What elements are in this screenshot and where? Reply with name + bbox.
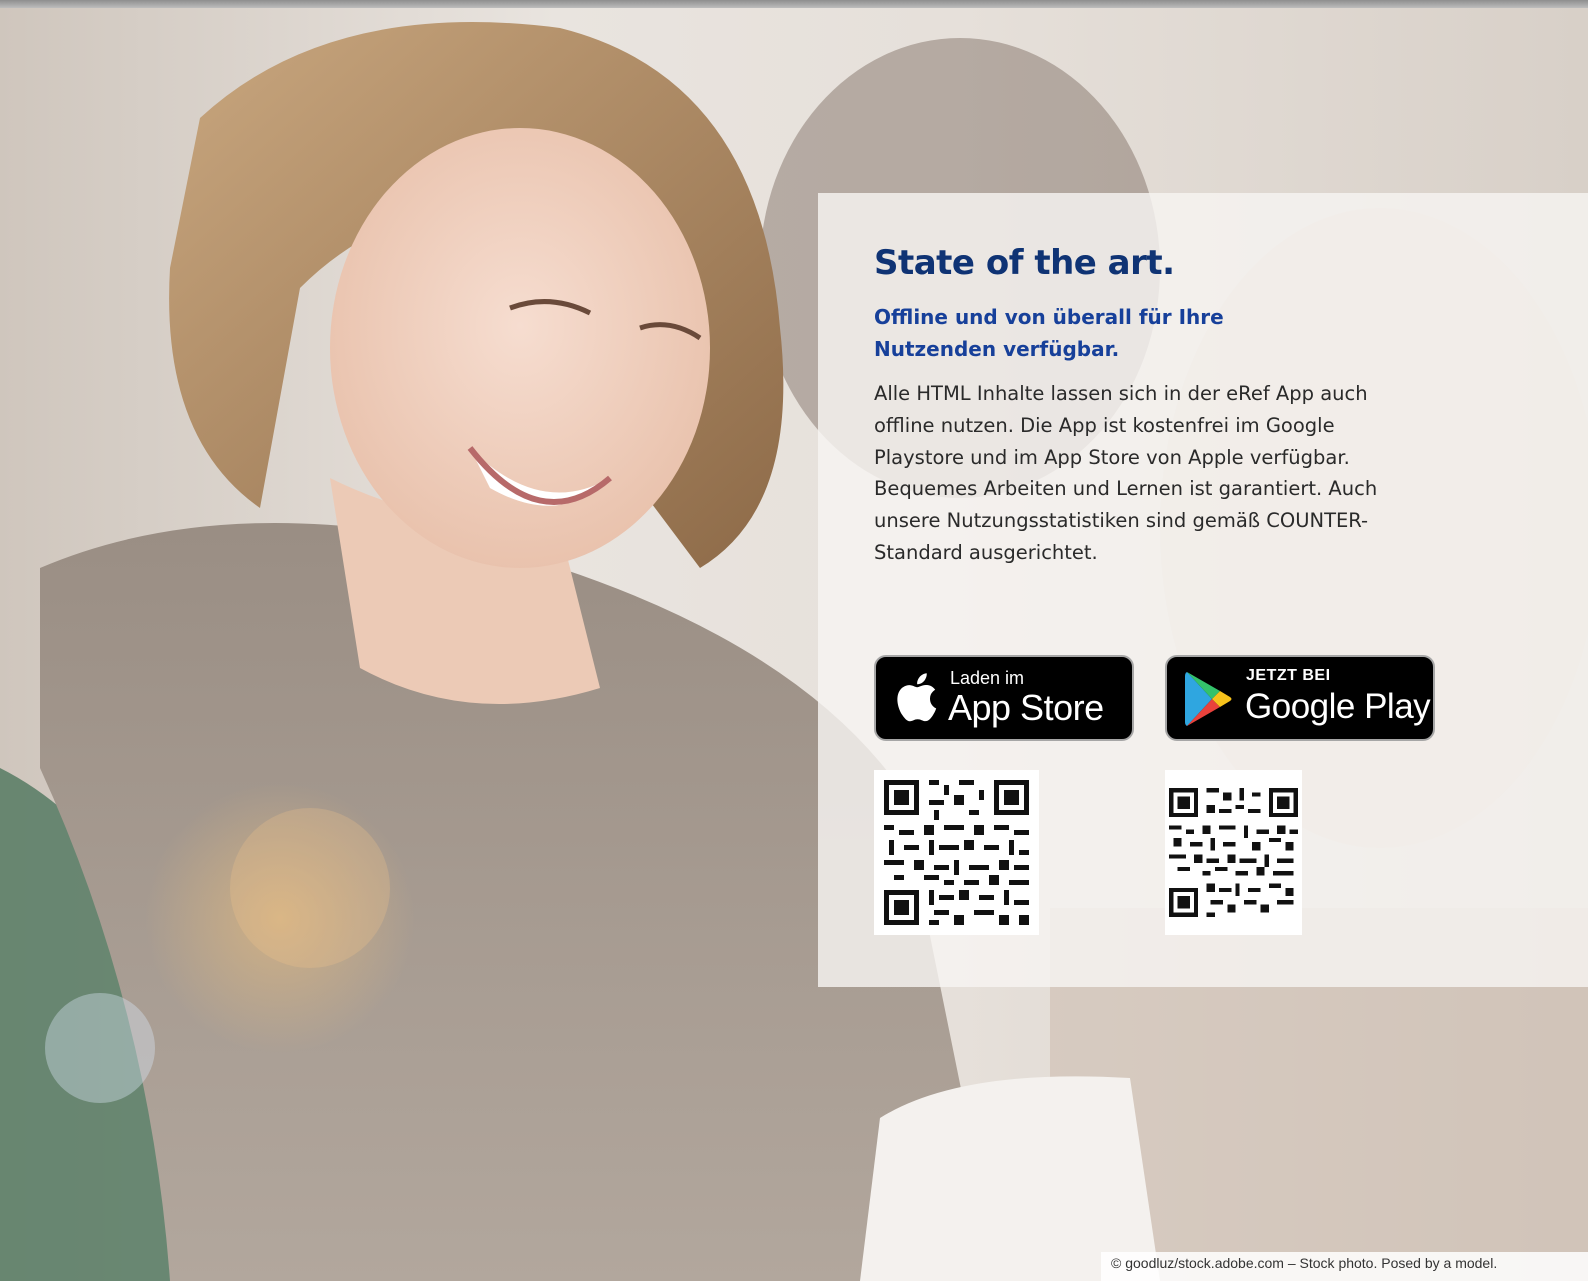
panel-title: State of the art. — [874, 243, 1175, 283]
google-play-icon — [1184, 670, 1234, 732]
google-play-badge[interactable]: JETZT BEI Google Play — [1165, 655, 1435, 741]
app-store-big-label: App Store — [948, 687, 1104, 728]
panel-subtitle: Offline und von überall für Ihre Nutzend… — [874, 305, 1224, 361]
photo-credit: © goodluz/stock.adobe.com – Stock photo.… — [1101, 1252, 1588, 1281]
app-store-qr-code — [874, 770, 1039, 935]
apple-icon — [894, 671, 938, 727]
top-border — [0, 0, 1588, 8]
google-play-big-label: Google Play — [1245, 687, 1431, 726]
google-play-small-label: JETZT BEI — [1246, 667, 1331, 684]
app-info-panel: State of the art. Offline und von überal… — [818, 193, 1588, 987]
app-store-badge[interactable]: Laden im App Store — [874, 655, 1134, 741]
app-store-small-label: Laden im — [950, 668, 1025, 688]
panel-body-text: Alle HTML Inhalte lassen sich in der eRe… — [874, 382, 1378, 564]
google-play-qr-code — [1165, 770, 1302, 935]
